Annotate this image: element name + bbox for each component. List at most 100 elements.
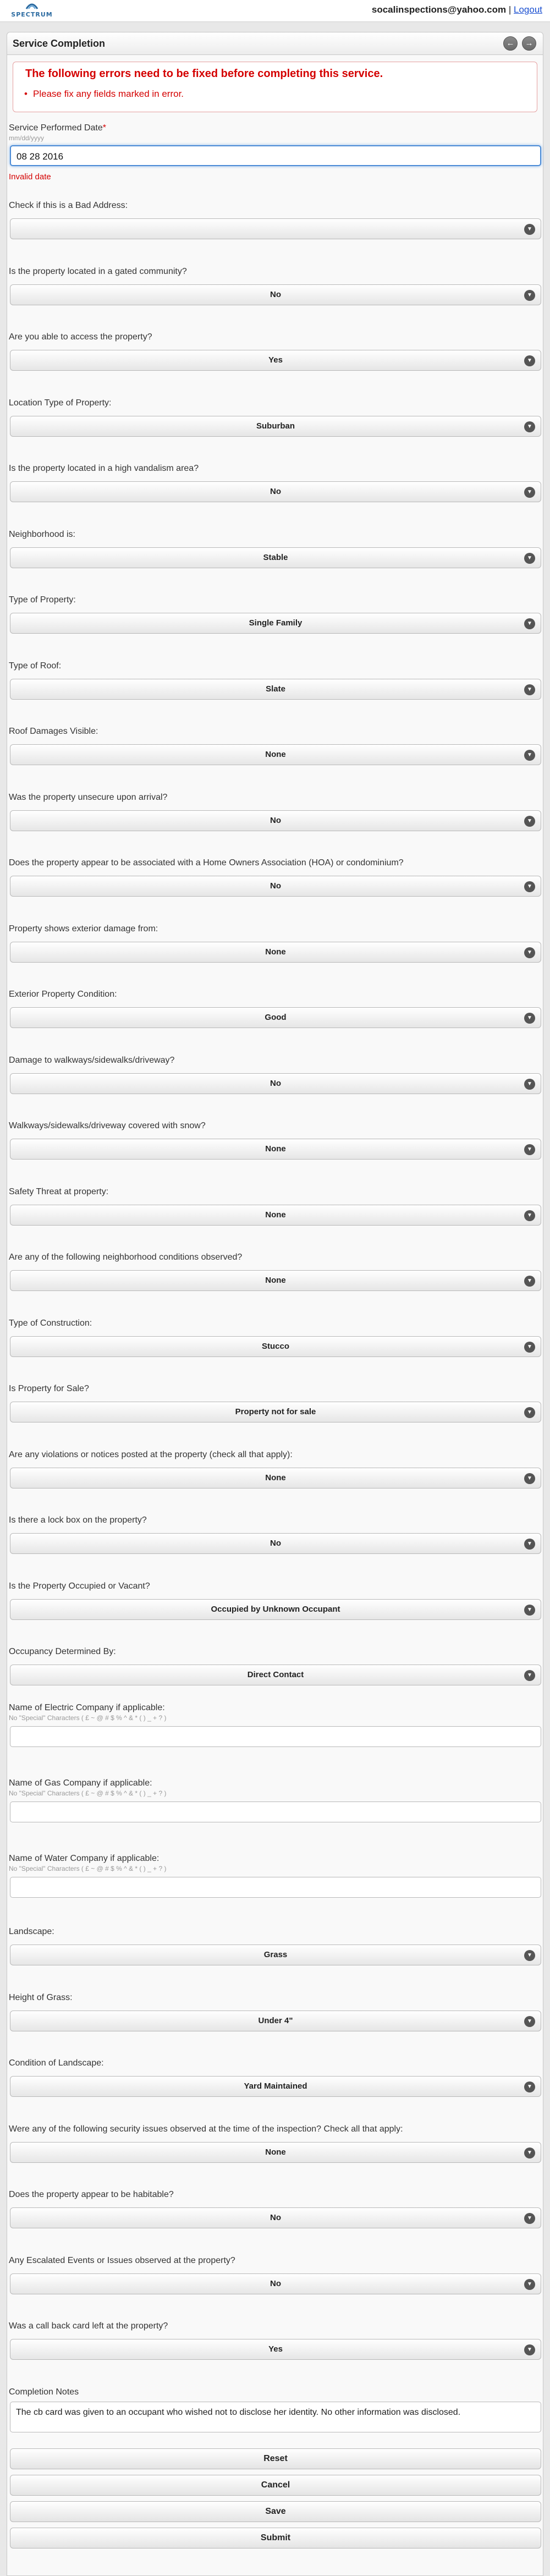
question-label: Was the property unsecure upon arrival? <box>9 792 168 802</box>
logout-link[interactable]: Logout <box>514 4 542 15</box>
company-input[interactable] <box>10 1801 541 1822</box>
company-label: Name of Gas Company if applicable: <box>9 1778 152 1788</box>
save-button[interactable]: Save <box>10 2501 541 2522</box>
company-input[interactable] <box>10 1726 541 1747</box>
company-label: Name of Water Company if applicable: <box>9 1854 160 1863</box>
select-value: None <box>265 750 286 759</box>
question-select[interactable]: Good ▼ <box>10 1007 541 1028</box>
question-label: Damage to walkways/sidewalks/driveway? <box>9 1055 175 1065</box>
select-value: No <box>270 815 281 825</box>
error-summary: The following errors need to be fixed be… <box>13 62 537 112</box>
reset-button[interactable]: Reset <box>10 2448 541 2469</box>
question-select[interactable]: ▼ <box>10 218 541 239</box>
question-select[interactable]: No ▼ <box>10 2207 541 2228</box>
company-hint: No "Special" Characters ( £ ~ @ # $ % ^ … <box>9 1714 167 1722</box>
completion-notes-label: Completion Notes <box>9 2387 79 2397</box>
select-value: Yes <box>268 355 283 365</box>
question-select[interactable]: Property not for sale ▼ <box>10 1402 541 1422</box>
chevron-down-icon: ▼ <box>524 2344 535 2355</box>
select-value: None <box>265 2147 286 2157</box>
submit-button[interactable]: Submit <box>10 2528 541 2548</box>
question-select[interactable]: No ▼ <box>10 810 541 831</box>
chevron-down-icon: ▼ <box>524 881 535 892</box>
select-value: Stable <box>263 552 288 562</box>
select-value: Property not for sale <box>235 1407 316 1416</box>
chevron-down-icon: ▼ <box>524 1276 535 1287</box>
select-value: Direct Contact <box>247 1670 304 1679</box>
question-label: Are any of the following neighborhood co… <box>9 1253 243 1262</box>
question-select[interactable]: Direct Contact ▼ <box>10 1665 541 1685</box>
question-label: Does the property appear to be associate… <box>9 858 404 867</box>
chevron-down-icon: ▼ <box>524 1078 535 1090</box>
question-select[interactable]: Under 4" ▼ <box>10 2010 541 2031</box>
select-value: None <box>265 1276 286 1285</box>
question-select[interactable]: Single Family ▼ <box>10 613 541 634</box>
chevron-down-icon: ▼ <box>524 224 535 235</box>
cancel-button[interactable]: Cancel <box>10 2475 541 2496</box>
question-select[interactable]: Yard Maintained ▼ <box>10 2076 541 2097</box>
question-select[interactable]: Suburban ▼ <box>10 415 541 437</box>
question-select[interactable]: None ▼ <box>10 744 541 765</box>
question-select[interactable]: No ▼ <box>10 2273 541 2294</box>
question-select[interactable]: No ▼ <box>10 876 541 897</box>
error-title: The following errors need to be fixed be… <box>25 68 383 80</box>
question-label: Safety Threat at property: <box>9 1187 109 1196</box>
question-label: Are you able to access the property? <box>9 332 152 342</box>
question-select[interactable]: No ▼ <box>10 284 541 305</box>
select-value: Good <box>265 1013 287 1022</box>
select-value: No <box>270 881 281 891</box>
company-input[interactable] <box>10 1877 541 1898</box>
chevron-down-icon: ▼ <box>524 1144 535 1155</box>
chevron-down-icon: ▼ <box>524 815 535 827</box>
service-date-input[interactable]: 08 28 2016 <box>10 145 541 166</box>
chevron-down-icon: ▼ <box>524 2278 535 2290</box>
question-label: Roof Damages Visible: <box>9 727 98 736</box>
chevron-down-icon: ▼ <box>524 552 535 564</box>
chevron-down-icon: ▼ <box>524 421 535 432</box>
service-date-label: Service Performed Date <box>9 123 103 133</box>
forward-arrow-icon[interactable]: → <box>522 36 536 51</box>
question-select[interactable]: Occupied by Unknown Occupant ▼ <box>10 1599 541 1620</box>
question-select[interactable]: No ▼ <box>10 481 541 502</box>
chevron-down-icon: ▼ <box>524 1210 535 1221</box>
question-select[interactable]: Yes ▼ <box>10 350 541 371</box>
select-value: None <box>265 1210 286 1220</box>
chevron-down-icon: ▼ <box>524 2081 535 2092</box>
select-value: Single Family <box>249 618 302 628</box>
select-value: Occupied by Unknown Occupant <box>211 1604 340 1614</box>
select-value: None <box>265 1144 286 1154</box>
question-select[interactable]: Slate ▼ <box>10 678 541 700</box>
select-value: Yard Maintained <box>244 2081 307 2091</box>
question-select[interactable]: None ▼ <box>10 1467 541 1489</box>
question-select[interactable]: None ▼ <box>10 1139 541 1160</box>
chevron-down-icon: ▼ <box>524 487 535 498</box>
question-label: Is Property for Sale? <box>9 1384 89 1393</box>
select-value: Grass <box>263 1950 288 1959</box>
chevron-down-icon: ▼ <box>524 1013 535 1024</box>
logo-mark-icon <box>25 3 38 9</box>
question-select[interactable]: None ▼ <box>10 2141 541 2163</box>
company-logo: SPECTRUM <box>10 2 54 19</box>
page-header: Service Completion ← → <box>7 32 543 55</box>
question-select[interactable]: Stucco ▼ <box>10 1336 541 1357</box>
logo-text: SPECTRUM <box>11 11 53 18</box>
chevron-down-icon: ▼ <box>524 2213 535 2224</box>
chevron-down-icon: ▼ <box>524 1539 535 1550</box>
question-label: Landscape: <box>9 1927 54 1936</box>
select-value: Suburban <box>256 421 295 431</box>
question-select[interactable]: No ▼ <box>10 1073 541 1094</box>
question-select[interactable]: None ▼ <box>10 1204 541 1226</box>
back-arrow-icon[interactable]: ← <box>503 36 518 51</box>
question-select[interactable]: Yes ▼ <box>10 2339 541 2360</box>
company-hint: No "Special" Characters ( £ ~ @ # $ % ^ … <box>9 1865 167 1872</box>
chevron-down-icon: ▼ <box>524 355 535 366</box>
chevron-down-icon: ▼ <box>524 1407 535 1418</box>
question-label: Is the property located in a gated commu… <box>9 266 187 276</box>
question-select[interactable]: Stable ▼ <box>10 547 541 568</box>
question-select[interactable]: None ▼ <box>10 1270 541 1291</box>
question-select[interactable]: None ▼ <box>10 941 541 963</box>
completion-notes-textarea[interactable]: The cb card was given to an occupant who… <box>10 2402 541 2432</box>
question-select[interactable]: No ▼ <box>10 1533 541 1554</box>
chevron-down-icon: ▼ <box>524 289 535 301</box>
question-select[interactable]: Grass ▼ <box>10 1945 541 1965</box>
